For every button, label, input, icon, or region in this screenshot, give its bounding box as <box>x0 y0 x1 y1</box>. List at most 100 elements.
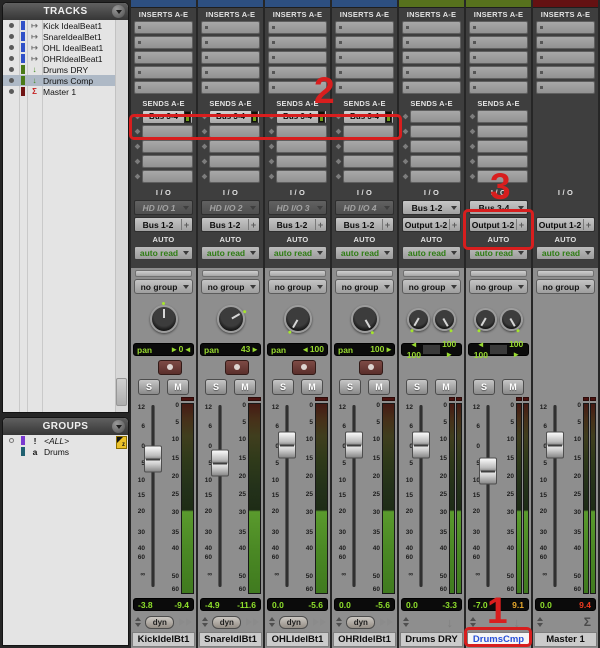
insert-slot[interactable] <box>201 66 260 79</box>
insert-slots[interactable] <box>131 21 196 97</box>
pan-knob[interactable] <box>433 307 456 333</box>
clip-indicator[interactable] <box>516 397 529 401</box>
track-show-dot[interactable] <box>9 34 14 39</box>
insert-slot[interactable] <box>536 66 595 79</box>
output-selector[interactable]: Output 1-2 + <box>402 217 461 232</box>
playlist-icon[interactable] <box>245 618 259 626</box>
send-slot[interactable] <box>134 140 193 153</box>
send-slots[interactable]: Bus 3-4 <box>332 109 397 186</box>
fader-cap[interactable] <box>144 445 162 473</box>
track-nameplate[interactable]: SnareIdlBt1 <box>199 632 262 647</box>
input-selector[interactable]: HD I/O 1 <box>134 200 193 215</box>
mute-button[interactable]: M <box>435 378 457 395</box>
insert-slot[interactable] <box>402 81 461 94</box>
insert-slot[interactable] <box>469 21 528 34</box>
volume-display[interactable]: -4.9 -11.6 <box>200 598 261 611</box>
automation-mode-selector[interactable]: auto read <box>469 246 528 260</box>
send-slot[interactable] <box>335 140 394 153</box>
voice-selector[interactable] <box>202 617 208 627</box>
send-slot[interactable] <box>268 140 327 153</box>
mute-button[interactable]: M <box>368 378 390 395</box>
automation-mode-selector[interactable]: auto read <box>201 246 260 260</box>
insert-slot[interactable] <box>134 36 193 49</box>
group-selector[interactable]: no group <box>134 279 193 294</box>
volume-display[interactable]: 0.0 -3.3 <box>401 598 462 611</box>
track-nameplate[interactable]: Master 1 <box>534 632 597 647</box>
sidebar-track-item[interactable]: ↦ Kick IdealBeat1 <box>3 20 128 31</box>
insert-slot[interactable] <box>134 51 193 64</box>
elastic-audio-button[interactable]: dyn <box>346 615 376 629</box>
pan-knob[interactable] <box>474 307 497 333</box>
output-window-icon[interactable]: + <box>181 219 191 230</box>
insert-slots[interactable] <box>198 21 263 97</box>
insert-slot[interactable] <box>536 21 595 34</box>
send-slot[interactable] <box>469 110 528 123</box>
mute-button[interactable]: M <box>167 378 189 395</box>
clip-indicator[interactable] <box>248 397 261 401</box>
insert-slot[interactable] <box>536 51 595 64</box>
insert-slots[interactable] <box>533 21 598 97</box>
fader-cap[interactable] <box>479 457 497 485</box>
send-slots[interactable]: Bus 3-4 <box>265 109 330 186</box>
record-enable-button[interactable] <box>224 359 249 375</box>
sidebar-track-item[interactable]: ↦ OHRIdealBeat1 <box>3 53 128 64</box>
send-slot[interactable] <box>469 170 528 183</box>
send-bus-button[interactable]: Bus 3-4 <box>209 109 260 124</box>
insert-slot[interactable] <box>134 21 193 34</box>
insert-slot[interactable] <box>134 66 193 79</box>
solo-button[interactable]: S <box>272 378 294 395</box>
input-selector[interactable]: HD I/O 4 <box>335 200 394 215</box>
clip-indicator[interactable] <box>181 397 194 401</box>
voice-selector[interactable] <box>537 617 543 627</box>
record-enable-button[interactable] <box>157 359 182 375</box>
send-slot[interactable] <box>134 125 193 138</box>
voice-selector[interactable] <box>135 617 141 627</box>
send-slots[interactable] <box>399 110 464 186</box>
send-slot[interactable] <box>469 125 528 138</box>
record-enable-button[interactable] <box>358 359 383 375</box>
send-slot[interactable] <box>201 125 260 138</box>
volume-display[interactable]: -7.0 9.1 <box>468 598 529 611</box>
group-selector[interactable]: no group <box>402 279 461 294</box>
send-slot[interactable] <box>268 170 327 183</box>
insert-slot[interactable] <box>402 21 461 34</box>
pan-knob[interactable] <box>350 305 379 335</box>
sidebar-track-item[interactable]: ↦ OHL IdealBeat1 <box>3 42 128 53</box>
pan-knob[interactable] <box>149 302 178 333</box>
clip-indicator[interactable] <box>449 397 462 401</box>
output-selector[interactable]: Output 1-2 + <box>469 217 528 232</box>
pan-knob[interactable] <box>216 305 246 333</box>
voice-selector[interactable] <box>336 617 342 627</box>
insert-slot[interactable] <box>469 66 528 79</box>
group-selector[interactable]: no group <box>536 279 595 294</box>
insert-slots[interactable] <box>399 21 464 97</box>
output-window-icon[interactable]: + <box>248 219 258 230</box>
output-selector[interactable]: Bus 1-2 + <box>134 217 193 232</box>
playlist-icon[interactable] <box>379 618 393 626</box>
tracks-menu-icon[interactable] <box>112 5 125 18</box>
fader-cap[interactable] <box>278 431 296 459</box>
pan-knob[interactable] <box>283 305 312 335</box>
insert-slot[interactable] <box>402 51 461 64</box>
clip-indicator[interactable] <box>315 397 328 401</box>
mute-button[interactable]: M <box>234 378 256 395</box>
insert-slot[interactable] <box>268 51 327 64</box>
automation-mode-selector[interactable]: auto read <box>402 246 461 260</box>
solo-button[interactable]: S <box>205 378 227 395</box>
output-window-icon[interactable]: + <box>315 219 325 230</box>
send-slot[interactable] <box>402 170 461 183</box>
output-selector[interactable]: Bus 1-2 + <box>268 217 327 232</box>
pan-display[interactable]: pan 43 ▸ <box>200 343 261 356</box>
send-slot[interactable] <box>402 125 461 138</box>
pan-display[interactable]: pan ◂ 100 <box>267 343 328 356</box>
clip-indicator[interactable] <box>382 397 395 401</box>
automation-mode-selector[interactable]: auto read <box>536 246 595 260</box>
group-selector[interactable]: no group <box>268 279 327 294</box>
insert-slots[interactable] <box>265 21 330 97</box>
output-selector[interactable]: Bus 1-2 + <box>201 217 260 232</box>
input-selector[interactable]: HD I/O 2 <box>201 200 260 215</box>
send-slot[interactable] <box>201 140 260 153</box>
track-nameplate[interactable]: DrumsCmp <box>467 632 530 647</box>
group-selector[interactable]: no group <box>469 279 528 294</box>
send-slot[interactable] <box>469 155 528 168</box>
